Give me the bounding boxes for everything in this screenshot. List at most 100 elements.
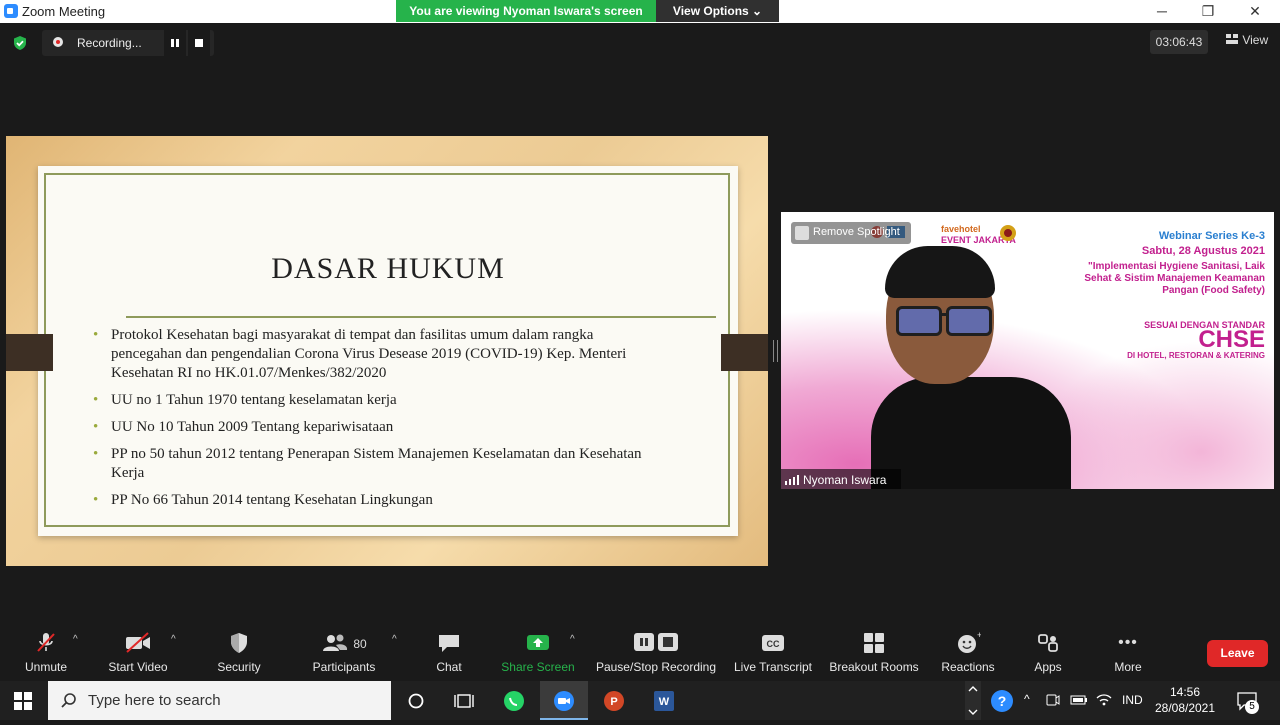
view-button[interactable]: View [1225,33,1268,47]
participant-video[interactable]: favehotel EVENT JAKARTA Remove Spotlight… [781,212,1274,489]
chse-text: CHSE [1198,326,1265,353]
muted-microphone-icon [37,633,55,652]
start-video-button[interactable]: Start Video [93,630,183,674]
slide-decor-right [721,334,768,371]
remove-spotlight-label: Remove Spotlight [813,226,900,238]
share-screen-icon [527,635,549,650]
chat-label: Chat [436,660,462,674]
security-button[interactable]: Security [194,630,284,674]
stop-recording-button[interactable] [188,30,210,56]
zoom-taskbar-button[interactable] [540,681,588,720]
cortana-button[interactable] [392,681,440,720]
whatsapp-taskbar-button[interactable] [490,681,538,720]
cortana-circle-icon [408,693,424,709]
windows-logo-icon [14,692,32,710]
notification-count-badge: 5 [1245,700,1259,714]
breakout-rooms-button[interactable]: Breakout Rooms [829,630,919,674]
remove-spotlight-button[interactable]: Remove Spotlight [791,222,911,244]
share-screen-label: Share Screen [501,660,575,674]
closed-caption-icon: CC [762,635,784,651]
apps-label: Apps [1034,660,1062,674]
spotlight-icon [795,226,809,240]
slide-bullet-list: • Protokol Kesehatan bagi masyarakat di t… [93,326,653,518]
meet-now-icon[interactable] [1045,692,1061,708]
more-button[interactable]: ••• More [1083,630,1173,674]
taskbar-search-box[interactable]: Type here to search [48,681,391,720]
recording-label: Recording... [77,36,142,50]
powerpoint-taskbar-button[interactable]: P [590,681,638,720]
signal-strength-icon [785,475,799,485]
security-shield-icon [231,633,247,653]
live-transcript-button[interactable]: CC Live Transcript [728,630,818,674]
breakout-rooms-icon [864,633,884,653]
show-hidden-icons-chevron-icon[interactable]: ^ [1024,692,1030,706]
svg-text:+: + [977,630,981,640]
participants-count: 80 [353,637,367,651]
bullet-item: • PP No 66 Tahun 2014 tentang Kesehatan L… [93,492,433,508]
taskbar-clock[interactable]: 14:56 28/08/2021 [1150,684,1220,716]
input-language[interactable]: IND [1122,693,1143,707]
taskbar-scroll[interactable] [965,681,981,720]
slide-card: DASAR HUKUM • Protokol Kesehatan bagi mas… [38,166,738,536]
chat-bubble-icon [439,635,459,652]
chat-button[interactable]: Chat [404,630,494,674]
pause-stop-icon [634,633,678,651]
windows-taskbar: Type here to search P W ? ^ IND 14:56 28… [0,681,1280,720]
window-title: Zoom Meeting [22,4,106,19]
svg-text:?: ? [998,693,1007,709]
meeting-timer: 03:06:43 [1150,30,1208,54]
reactions-label: Reactions [941,660,995,674]
maximize-button[interactable]: ❐ [1185,0,1231,23]
pause-recording-button[interactable] [164,30,186,56]
grid-view-icon [1226,34,1238,44]
word-icon: W [654,691,674,711]
task-view-icon [454,694,474,708]
view-options-button[interactable]: View Options ⌄ [656,0,779,22]
apps-button[interactable]: Apps [1003,630,1093,674]
more-dots-icon: ••• [1118,634,1138,651]
video-options-caret-icon[interactable]: ^ [171,634,176,645]
leave-button[interactable]: Leave [1207,640,1268,667]
share-options-caret-icon[interactable]: ^ [570,634,575,645]
help-tray-icon[interactable]: ? [990,689,1014,718]
wifi-icon[interactable] [1096,692,1112,708]
svg-text:P: P [610,696,617,708]
bullet-item: • PP no 50 tahun 2012 tentang Penerapan S… [93,446,642,481]
smiley-icon: + [958,630,982,653]
breakout-rooms-label: Breakout Rooms [829,660,919,674]
minimize-button[interactable]: ─ [1139,0,1185,23]
participants-caret-icon[interactable]: ^ [392,634,397,645]
security-label: Security [217,660,261,674]
search-placeholder: Type here to search [88,692,221,709]
shared-screen: DASAR HUKUM • Protokol Kesehatan bagi mas… [6,136,768,566]
close-button[interactable]: ✕ [1232,0,1278,23]
glasses-bridge [939,313,949,316]
video-off-icon [126,632,150,653]
bullet-item: • UU no 1 Tahun 1970 tentang keselamatan … [93,392,397,408]
audio-options-caret-icon[interactable]: ^ [73,634,78,645]
bullet-item: • UU No 10 Tahun 2009 Tentang kepariwisat… [93,419,394,435]
webinar-date: Sabtu, 28 Agustus 2021 [1141,245,1265,257]
reactions-button[interactable]: + Reactions [923,630,1013,674]
view-label: View [1242,33,1269,47]
venues-text: DI HOTEL, RESTORAN & KATERING [1127,351,1265,360]
pause-stop-label: Pause/Stop Recording [595,660,717,674]
start-video-label: Start Video [108,660,168,674]
recording-dot-icon [53,37,63,47]
notification-center-button[interactable]: 5 [1236,690,1259,717]
whatsapp-icon [504,691,524,711]
task-view-button[interactable] [440,681,488,720]
word-taskbar-button[interactable]: W [640,681,688,720]
battery-icon[interactable] [1070,692,1088,708]
participant-name: Nyoman Iswara [803,473,887,487]
slide-title-rule [126,316,716,318]
pause-stop-recording-button[interactable]: Pause/Stop Recording [595,630,717,674]
pause-icon [171,39,179,47]
unmute-label: Unmute [24,660,68,674]
panel-resize-handle[interactable] [773,340,778,362]
encryption-shield-icon[interactable] [12,35,28,56]
participants-button[interactable]: 80 Participants [299,630,389,674]
windows-start-button[interactable] [14,692,32,715]
bullet-item: • Protokol Kesehatan bagi masyarakat di t… [93,327,627,381]
clock-date: 28/08/2021 [1154,701,1216,715]
